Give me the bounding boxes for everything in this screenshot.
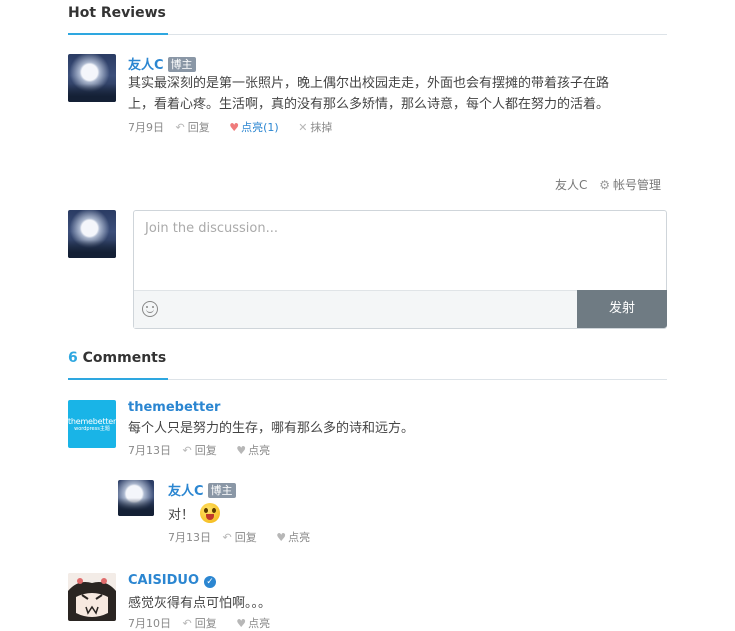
comments-title: 6 Comments (68, 345, 169, 380)
reply-link[interactable]: ↶ 回复 (223, 531, 265, 544)
gear-icon: ⚙ (599, 178, 610, 192)
comments-label: Comments (82, 350, 167, 366)
comment-date: 7月10日 (128, 617, 171, 630)
comment-date: 7月13日 (168, 531, 211, 544)
comments-header: 6 Comments (68, 345, 667, 380)
avatar[interactable] (68, 54, 116, 102)
remove-label: 抹掉 (310, 121, 333, 134)
heart-icon: ♥ (229, 121, 240, 134)
comment-meta: 7月9日 ↶ 回复 ♥ 点亮(1) ✕ 抹掉 (128, 119, 348, 135)
emoji-icon[interactable] (142, 301, 158, 317)
avatar-illustration (68, 573, 116, 621)
like-label: 点亮 (248, 444, 271, 457)
comment-text: 每个人只是努力的生存，哪有那么多的诗和远方。 (128, 421, 415, 436)
admin-badge: 博主 (207, 483, 236, 498)
reply-icon: ↶ (182, 617, 192, 630)
heart-icon: ♥ (236, 444, 247, 457)
close-icon: ✕ (298, 121, 308, 134)
like-link[interactable]: ♥ 点亮 (236, 617, 278, 630)
comment-author[interactable]: CAISIDUO ✓ (128, 573, 217, 588)
comment-text: 其实最深刻的是第一张照片，晚上偶尔出校园走走，外面也会有摆摊的带着孩子在路 上，… (128, 73, 668, 115)
avatar[interactable] (118, 480, 154, 516)
reply-toolbar: 发射 (134, 290, 667, 328)
avatar-logo-subtext: wordpress主题 (74, 425, 110, 432)
reply-icon: ↶ (175, 121, 185, 134)
author-name[interactable]: 友人C (128, 58, 164, 73)
remove-link[interactable]: ✕ 抹掉 (298, 121, 340, 134)
comment-date: 7月9日 (128, 121, 164, 134)
account-bar: 友人C ⚙ 帐号管理 (555, 176, 661, 193)
like-label: 点亮 (248, 617, 271, 630)
admin-badge: 博主 (167, 57, 196, 72)
avatar-logo-text: themebetter (68, 416, 116, 426)
comment-text-content: 对！ (168, 508, 195, 523)
reply-label: 回复 (194, 617, 217, 630)
comments-count: 6 (68, 350, 78, 366)
avatar[interactable]: themebetter wordpress主题 (68, 400, 116, 448)
reply-link[interactable]: ↶ 回复 (176, 121, 218, 134)
hot-reviews-title: Hot Reviews (68, 0, 168, 35)
reply-box: 发射 (133, 210, 667, 329)
comment-meta: 7月13日 ↶ 回复 ♥ 点亮 (168, 529, 326, 545)
author-name[interactable]: 友人C (168, 484, 204, 499)
verified-icon: ✓ (204, 576, 217, 588)
reply-link[interactable]: ↶ 回复 (183, 617, 225, 630)
comment-text: 对！ (168, 503, 221, 526)
comment-text-line: 上，看着心疼。生活啊，真的没有那么多矫情，那么诗意，每个人都在努力的活着。 (128, 97, 610, 112)
comment-author[interactable]: themebetter (128, 400, 220, 415)
comment-text: 感觉灰得有点可怕啊。。。 (128, 596, 272, 611)
heart-icon: ♥ (276, 531, 287, 544)
reply-icon: ↶ (222, 531, 232, 544)
comment-author[interactable]: 友人C 博主 (168, 480, 236, 499)
current-user-avatar (68, 210, 116, 258)
avatar[interactable] (68, 573, 116, 621)
reply-icon: ↶ (182, 444, 192, 457)
reply-label: 回复 (187, 121, 210, 134)
like-label: 点亮(1) (241, 121, 279, 134)
account-user[interactable]: 友人C (555, 178, 587, 192)
comment-author[interactable]: 友人C 博主 (128, 54, 196, 73)
reply-label: 回复 (194, 444, 217, 457)
comment-input[interactable] (134, 211, 666, 289)
author-name[interactable]: CAISIDUO (128, 573, 199, 588)
surprised-emoji-icon (200, 503, 221, 523)
comment-date: 7月13日 (128, 444, 171, 457)
like-link[interactable]: ♥ 点亮 (236, 444, 278, 457)
like-label: 点亮 (288, 531, 311, 544)
submit-button[interactable]: 发射 (577, 290, 667, 328)
reply-label: 回复 (234, 531, 257, 544)
comment-meta: 7月10日 ↶ 回复 ♥ 点亮 (128, 615, 286, 631)
like-link[interactable]: ♥ 点亮 (276, 531, 318, 544)
comment-text-line: 其实最深刻的是第一张照片，晚上偶尔出校园走走，外面也会有摆摊的带着孩子在路 (128, 76, 610, 91)
comment-meta: 7月13日 ↶ 回复 ♥ 点亮 (128, 442, 286, 458)
reply-link[interactable]: ↶ 回复 (183, 444, 225, 457)
like-link[interactable]: ♥ 点亮(1) (229, 121, 286, 134)
account-manage-link[interactable]: 帐号管理 (613, 178, 661, 192)
heart-icon: ♥ (236, 617, 247, 630)
hot-reviews-header: Hot Reviews (68, 0, 667, 35)
